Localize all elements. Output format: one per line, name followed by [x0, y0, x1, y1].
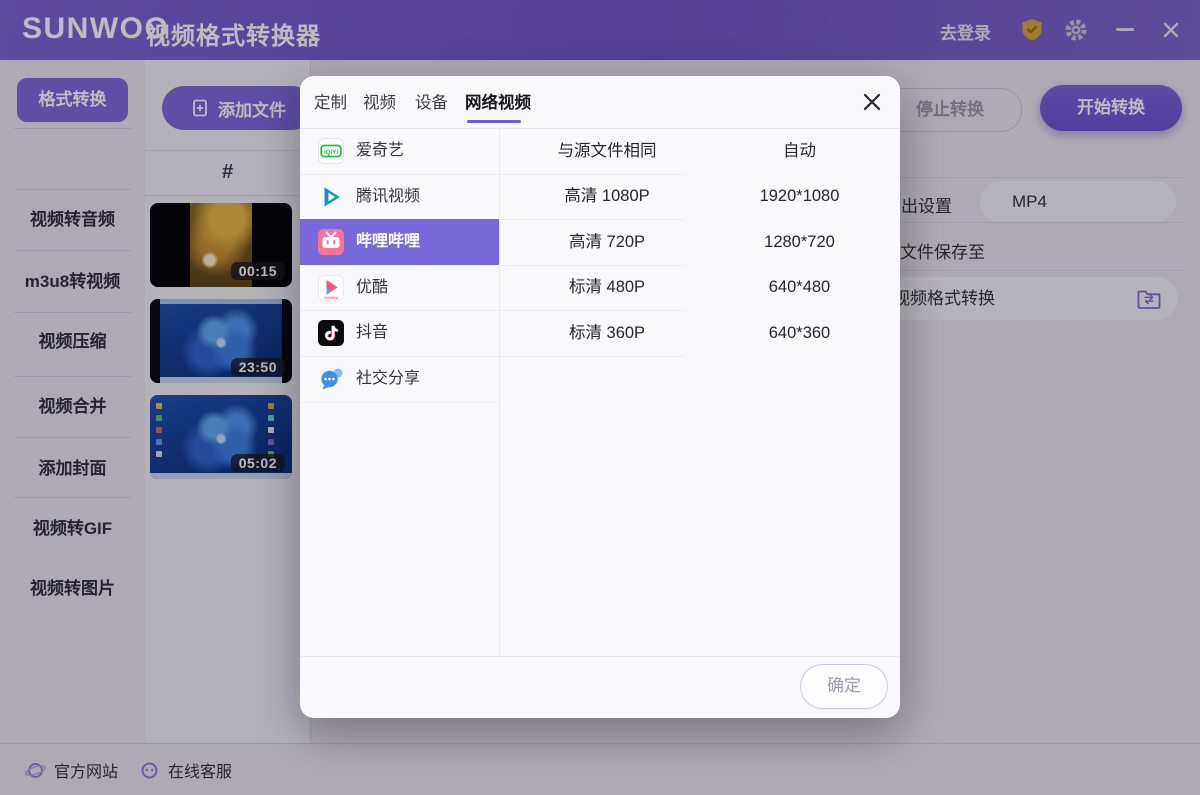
tab-custom[interactable]: 定制: [314, 88, 347, 118]
divider: [500, 219, 685, 220]
resolution-value: 1280*720: [714, 219, 885, 265]
divider: [500, 356, 685, 357]
resolution-name: 高清 720P: [500, 219, 714, 265]
platform-row-youku[interactable]: YOUKU 优酷: [300, 265, 499, 310]
resolution-value: 640*360: [714, 310, 885, 356]
divider: [300, 402, 499, 403]
app-window: SUNWOO 视频格式转换器 去登录 格式转换 视频转音频 m3u8转视频 视频…: [0, 0, 1200, 795]
divider: [300, 310, 499, 311]
resolution-row-1080p[interactable]: 高清 1080P 1920*1080: [500, 174, 900, 219]
social-share-icon: [318, 366, 344, 392]
tencent-video-icon: [318, 184, 344, 210]
platform-row-douyin[interactable]: 抖音: [300, 310, 499, 356]
platform-row-iqiyi[interactable]: iQIYI 爱奇艺: [300, 128, 499, 174]
platform-row-social-share[interactable]: 社交分享: [300, 356, 499, 402]
douyin-icon: [318, 320, 344, 346]
platform-label: 哔哩哔哩: [356, 219, 420, 265]
resolution-name: 标清 360P: [500, 310, 714, 356]
format-select-dialog: 定制 视频 设备 网络视频 iQIYI 爱奇艺 腾讯视频: [300, 76, 900, 718]
confirm-button[interactable]: 确定: [800, 664, 888, 709]
tab-device[interactable]: 设备: [415, 88, 448, 118]
divider: [500, 265, 685, 266]
platform-label: 腾讯视频: [356, 174, 420, 220]
svg-text:iQIYI: iQIYI: [324, 149, 338, 156]
resolution-row-480p[interactable]: 标清 480P 640*480: [500, 265, 900, 310]
resolution-value: 自动: [714, 128, 885, 174]
resolution-row-360p[interactable]: 标清 360P 640*360: [500, 310, 900, 356]
resolution-row-source[interactable]: 与源文件相同 自动: [500, 128, 900, 174]
platform-row-tencent-video[interactable]: 腾讯视频: [300, 174, 499, 219]
active-tab-underline: [467, 120, 521, 123]
iqiyi-icon: iQIYI: [318, 138, 344, 164]
resolution-value: 1920*1080: [714, 174, 885, 219]
platform-label: 爱奇艺: [356, 128, 404, 174]
platform-row-bilibili[interactable]: 哔哩哔哩: [300, 219, 499, 265]
tab-web-video[interactable]: 网络视频: [465, 88, 531, 118]
divider: [300, 356, 499, 357]
platform-label: 社交分享: [356, 356, 420, 402]
platform-label: 优酷: [356, 265, 388, 311]
resolution-name: 与源文件相同: [500, 128, 714, 174]
youku-icon: YOUKU: [318, 275, 344, 301]
divider: [500, 310, 685, 311]
resolution-name: 标清 480P: [500, 265, 714, 310]
divider: [300, 174, 499, 175]
divider: [500, 174, 685, 175]
resolution-value: 640*480: [714, 265, 885, 310]
divider: [300, 656, 900, 657]
svg-text:YOUKU: YOUKU: [324, 295, 339, 300]
platform-label: 抖音: [356, 310, 388, 356]
bilibili-icon: [318, 229, 344, 255]
resolution-name: 高清 1080P: [500, 174, 714, 219]
tab-video[interactable]: 视频: [363, 88, 396, 118]
dialog-close-icon[interactable]: [860, 90, 884, 114]
resolution-row-720p[interactable]: 高清 720P 1280*720: [500, 219, 900, 265]
